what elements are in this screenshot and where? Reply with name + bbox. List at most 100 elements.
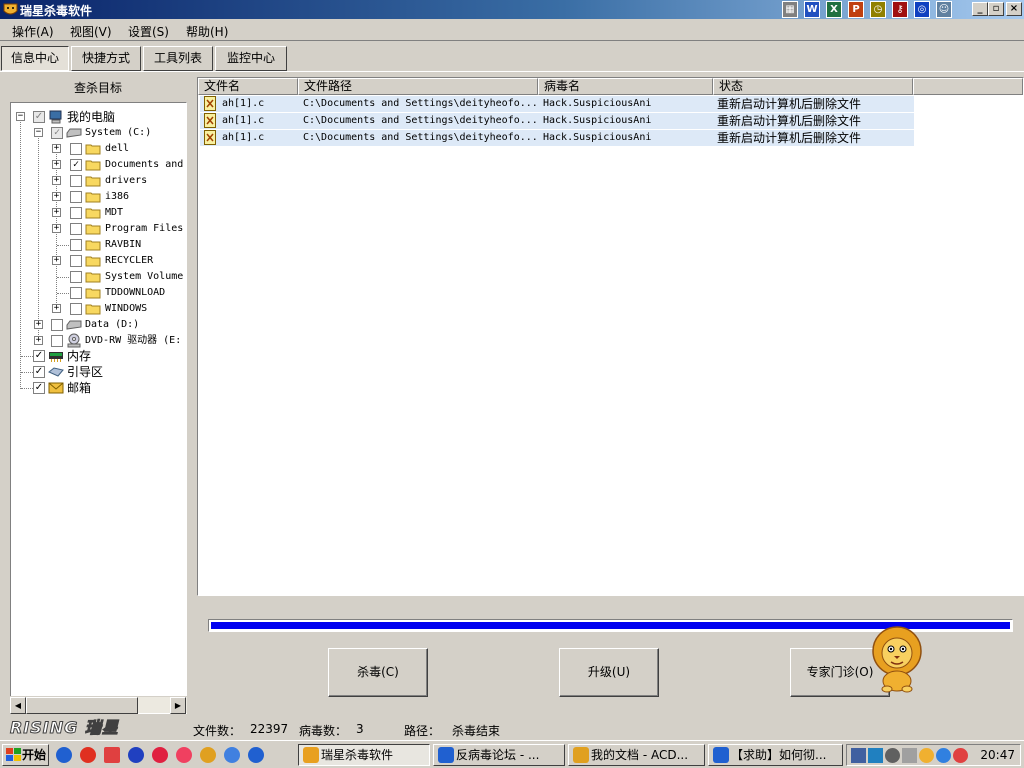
start-button[interactable]: 开始 xyxy=(2,744,49,766)
expand-toggle[interactable]: + xyxy=(52,144,61,153)
taskbar-item[interactable]: 反病毒论坛 - ... xyxy=(433,744,565,766)
tree-checkbox[interactable]: ✓ xyxy=(70,159,82,171)
upgrade-button[interactable]: 升级(U) xyxy=(559,648,659,697)
scrollbar-thumb[interactable] xyxy=(26,697,138,714)
tree-checkbox[interactable] xyxy=(70,255,82,267)
app-icon[interactable] xyxy=(80,747,96,763)
title-bar[interactable]: 瑞星杀毒软件 ▦ W X P ◷ ⚷ ◎ ☺ _ ▫ × xyxy=(0,0,1024,19)
collapse-toggle[interactable]: − xyxy=(16,112,25,121)
volume-icon[interactable] xyxy=(902,748,917,763)
task-label: 瑞星杀毒软件 xyxy=(321,748,394,762)
network-icon[interactable] xyxy=(851,748,866,763)
menu-help[interactable]: 帮助(H) xyxy=(186,23,228,40)
menu-view[interactable]: 视图(V) xyxy=(70,23,112,40)
expand-toggle[interactable]: + xyxy=(52,304,61,313)
column-header-path[interactable]: 文件路径 xyxy=(298,78,538,95)
kill-virus-button[interactable]: 杀毒(C) xyxy=(328,648,428,697)
tree-checkbox[interactable] xyxy=(51,319,63,331)
grid-icon[interactable]: ▦ xyxy=(782,1,798,18)
key-icon[interactable]: ⚷ xyxy=(892,1,908,18)
media-icon[interactable] xyxy=(152,747,168,763)
umbrella-icon[interactable] xyxy=(919,748,934,763)
tree-checkbox[interactable] xyxy=(70,303,82,315)
rising-logo: RISING 瑞星 xyxy=(10,718,119,738)
tree-checkbox[interactable]: ✓ xyxy=(33,366,45,378)
excel-icon[interactable]: X xyxy=(826,1,842,18)
tree-checkbox[interactable] xyxy=(70,239,82,251)
minimize-button[interactable]: _ xyxy=(972,2,988,16)
task-app-icon xyxy=(438,747,454,763)
tree-label: RECYCLER xyxy=(105,255,154,266)
browser-icon[interactable] xyxy=(248,747,264,763)
expand-toggle[interactable]: + xyxy=(52,224,61,233)
taskbar-item[interactable]: 【求助】如何彻... xyxy=(708,744,843,766)
taskbar-item[interactable]: 我的文档 - ACD... xyxy=(568,744,705,766)
messenger-icon[interactable] xyxy=(224,747,240,763)
tree-checkbox[interactable]: ✓ xyxy=(33,111,45,123)
expand-toggle[interactable]: + xyxy=(52,208,61,217)
tree-checkbox[interactable] xyxy=(70,207,82,219)
table-row[interactable]: ah[1].c C:\Documents and Settings\deityhe… xyxy=(200,96,914,112)
task-app-icon xyxy=(573,747,589,763)
tab-info-center[interactable]: 信息中心 xyxy=(1,46,69,71)
start-label: 开始 xyxy=(22,748,47,762)
cell-filename: ah[1].c xyxy=(222,132,265,143)
monitor-icon[interactable] xyxy=(868,748,883,763)
tree-horizontal-scrollbar[interactable]: ◀ ▶ xyxy=(10,696,187,714)
tree-checkbox[interactable] xyxy=(70,175,82,187)
cell-status: 重新启动计算机后删除文件 xyxy=(717,131,862,145)
flashget-icon[interactable] xyxy=(128,747,144,763)
expand-toggle[interactable]: + xyxy=(34,336,43,345)
email-icon[interactable] xyxy=(176,747,192,763)
tree-checkbox[interactable] xyxy=(70,223,82,235)
tree-checkbox[interactable]: ✓ xyxy=(51,127,63,139)
cell-virus: Hack.SuspiciousAni xyxy=(543,132,652,143)
column-header-status[interactable]: 状态 xyxy=(713,78,913,95)
tab-shortcuts[interactable]: 快捷方式 xyxy=(71,46,141,71)
menu-operation[interactable]: 操作(A) xyxy=(12,23,54,40)
tab-monitor[interactable]: 监控中心 xyxy=(215,46,287,71)
tree-checkbox[interactable] xyxy=(70,287,82,299)
column-header-filename[interactable]: 文件名 xyxy=(198,78,298,95)
table-row[interactable]: ah[1].c C:\Documents and Settings\deityhe… xyxy=(200,113,914,129)
expand-toggle[interactable]: + xyxy=(52,176,61,185)
expand-toggle[interactable]: + xyxy=(52,160,61,169)
taskbar-item[interactable]: 瑞星杀毒软件 xyxy=(298,744,430,766)
file-count-label: 文件数： xyxy=(193,724,242,738)
menu-bar: 操作(A) 视图(V) 设置(S) 帮助(H) xyxy=(0,20,1024,41)
home-icon[interactable] xyxy=(104,747,120,763)
person-icon[interactable]: ☺ xyxy=(936,1,952,18)
tree-checkbox[interactable] xyxy=(70,191,82,203)
tree-label: DVD-RW 驱动器 (E: xyxy=(85,335,182,346)
column-header-virus[interactable]: 病毒名 xyxy=(538,78,713,95)
word-icon[interactable]: W xyxy=(804,1,820,18)
rising-monitor-icon[interactable] xyxy=(885,748,900,763)
earth-icon[interactable]: ◎ xyxy=(914,1,930,18)
table-row[interactable]: ah[1].c C:\Documents and Settings\deityhe… xyxy=(200,130,914,146)
acdsee-icon[interactable] xyxy=(200,747,216,763)
tree-checkbox[interactable] xyxy=(70,143,82,155)
close-button[interactable]: × xyxy=(1006,2,1022,16)
restore-button[interactable]: ▫ xyxy=(988,2,1004,16)
rising-antivirus-window: 瑞星杀毒软件 ▦ W X P ◷ ⚷ ◎ ☺ _ ▫ × 操作(A) 视图(V)… xyxy=(0,0,1024,768)
tab-tools[interactable]: 工具列表 xyxy=(143,46,213,71)
powerpoint-icon[interactable]: P xyxy=(848,1,864,18)
expand-toggle[interactable]: + xyxy=(52,192,61,201)
menu-settings[interactable]: 设置(S) xyxy=(128,23,169,40)
tree-checkbox[interactable] xyxy=(51,335,63,347)
infected-file-icon xyxy=(204,130,216,145)
folder-icon xyxy=(85,176,101,187)
globe-icon[interactable] xyxy=(936,748,951,763)
expand-toggle[interactable]: + xyxy=(52,256,61,265)
wifi-icon[interactable] xyxy=(953,748,968,763)
collapse-toggle[interactable]: − xyxy=(34,128,43,137)
scroll-left-button[interactable]: ◀ xyxy=(10,697,26,714)
expand-toggle[interactable]: + xyxy=(34,320,43,329)
ie-icon[interactable] xyxy=(56,747,72,763)
tree-checkbox[interactable] xyxy=(70,271,82,283)
rising-lion-mascot-icon[interactable] xyxy=(867,625,927,693)
clock-icon[interactable]: ◷ xyxy=(870,1,886,18)
scroll-right-button[interactable]: ▶ xyxy=(170,697,186,714)
tree-checkbox[interactable]: ✓ xyxy=(33,382,45,394)
tree-checkbox[interactable]: ✓ xyxy=(33,350,45,362)
